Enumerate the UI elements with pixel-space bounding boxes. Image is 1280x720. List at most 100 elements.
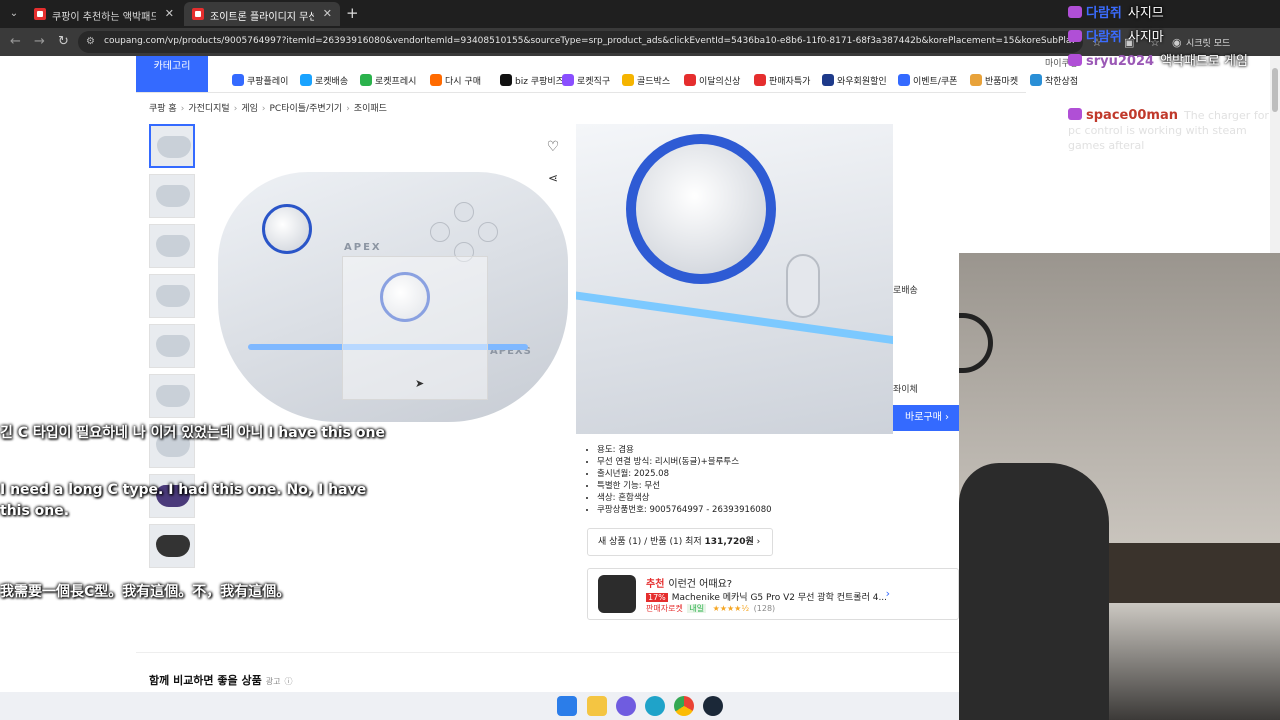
chat-text: 사지마 <box>1127 30 1164 45</box>
buy-now-button[interactable]: 바로구매 › <box>893 405 959 431</box>
nav-link-label: 다시 구매 <box>445 77 481 87</box>
nav-link[interactable]: 다시 구매 <box>430 74 481 87</box>
spec-item: 무선 연결 방식: 리시버(동글)+블루투스 <box>597 456 772 468</box>
brand-logo: APEX <box>344 242 382 253</box>
category-button[interactable]: 카테고리 <box>136 56 208 92</box>
nav-link[interactable]: 반품마켓 <box>970 74 1018 87</box>
nav-link[interactable]: 판매자특가 <box>754 74 810 87</box>
zoomed-light-strip <box>576 288 893 348</box>
breadcrumb-item[interactable]: 가전디지털 <box>188 104 229 114</box>
nav-link-icon <box>822 74 834 86</box>
share-icon[interactable]: ⋖ <box>544 171 562 189</box>
nav-link[interactable]: 이달의신상 <box>684 74 740 87</box>
nav-link-icon <box>684 74 696 86</box>
chat-text: 액박패드로 게임 <box>1160 54 1248 69</box>
nav-link[interactable]: 로켓배송 <box>300 74 348 87</box>
recommend-card[interactable]: 추천 이런건 어때요? 17% Machenike 메카닉 G5 Pro V2 무선… <box>587 568 959 620</box>
ad-label: 광고 <box>265 677 281 686</box>
payment-fragment: 좌이체 <box>893 385 918 395</box>
product-thumbnail[interactable] <box>149 274 195 318</box>
new-tab-icon[interactable]: + <box>346 4 359 22</box>
site-info-icon[interactable]: ⚙ <box>86 36 98 48</box>
discount-badge: 17% <box>646 593 668 602</box>
spec-list: 용도: 겸용무선 연결 방식: 리시버(동글)+블루투스출시년월: 2025.0… <box>587 444 772 516</box>
file-explorer-icon[interactable] <box>587 696 607 716</box>
compare-section-title: 함께 비교하면 좋을 상품 광고 ⓘ <box>149 672 292 688</box>
browser-tab-2[interactable]: 조이트론 플라이디지 무선 PC ✕ <box>184 2 340 26</box>
recommend-question: 이런건 어때요? <box>668 579 733 590</box>
thumbnail-image <box>156 235 190 257</box>
edge-icon[interactable] <box>645 696 665 716</box>
face-button <box>430 222 450 242</box>
product-thumbnail[interactable] <box>149 224 195 268</box>
section-divider <box>136 652 1026 653</box>
chevron-right-icon[interactable]: › <box>886 587 890 600</box>
product-thumbnail[interactable] <box>149 124 195 168</box>
subtitle-chinese: 我需要一個長C型。我有這個。不，我有這個。 <box>0 584 291 600</box>
breadcrumb-item[interactable]: 게임 <box>241 104 258 114</box>
heart-icon[interactable]: ♡ <box>544 139 562 157</box>
back-icon[interactable]: ← <box>10 34 21 49</box>
chat-message: 다람쥐 사지마 <box>1068 26 1164 45</box>
zoomed-stick <box>626 134 776 284</box>
chat-text: 사지므 <box>1127 6 1164 21</box>
nav-link-label: 쿠팡플레이 <box>247 77 289 87</box>
close-tab-icon[interactable]: ✕ <box>323 7 332 20</box>
breadcrumb-item[interactable]: 조이패드 <box>354 104 387 114</box>
nav-link-label: 와우회원할인 <box>837 77 887 87</box>
chrome-icon[interactable] <box>674 696 694 716</box>
nav-link-label: biz 쿠팡비즈 <box>515 77 564 87</box>
recommend-title-line: 17% Machenike 메카닉 G5 Pro V2 무선 광학 컨트롤러 4.… <box>646 590 887 603</box>
nav-link[interactable]: 로켓직구 <box>562 74 610 87</box>
subtitle-english: I need a long C type. I had this one. No… <box>0 482 367 519</box>
chat-badge-icon <box>1068 108 1082 120</box>
reload-icon[interactable]: ↻ <box>58 34 69 49</box>
breadcrumb-separator-icon: › <box>180 104 185 114</box>
other-sellers-button[interactable]: 새 상품 (1) / 반품 (1) 최저 131,720원 › <box>587 528 773 556</box>
chat-username: sryu2024 <box>1086 54 1155 69</box>
buy-now-label: 바로구매 <box>905 412 942 423</box>
nav-link-label: 판매자특가 <box>769 77 811 87</box>
breadcrumb-separator-icon: › <box>261 104 266 114</box>
nav-link[interactable]: 이벤트/쿠폰 <box>898 74 957 87</box>
spec-item: 특별한 기능: 무선 <box>597 480 772 492</box>
thumbnail-image <box>156 335 190 357</box>
breadcrumb-item[interactable]: PC타이틀/주변기기 <box>270 104 343 114</box>
nav-link[interactable]: biz 쿠팡비즈 <box>500 74 564 87</box>
product-thumbnail[interactable] <box>149 524 195 568</box>
spec-item: 쿠팡상품번호: 9005764997 - 26393916080 <box>597 504 772 516</box>
nav-link[interactable]: 쿠팡플레이 <box>232 74 288 87</box>
product-thumbnail[interactable] <box>149 374 195 418</box>
address-bar[interactable]: ⚙ coupang.com/vp/products/9005764997?ite… <box>78 31 1083 53</box>
tab-title: 쿠팡이 추천하는 액박패드 관련 <box>52 12 156 23</box>
rating-stars: ★★★★½ <box>712 604 750 613</box>
spec-item: 출시년월: 2025.08 <box>597 468 772 480</box>
browser-tab-1[interactable]: 쿠팡이 추천하는 액박패드 관련 ✕ <box>26 2 182 26</box>
windows-start-icon[interactable] <box>557 696 577 716</box>
top-nav-links: 쿠팡플레이 로켓배송 로켓프레시 다시 구매 biz 쿠팡비즈 로켓직구 골드박스 이달의신상… <box>218 74 1118 90</box>
product-thumbnail[interactable] <box>149 324 195 368</box>
breadcrumb: 쿠팡 홈 › 가전디지털 › 게임 › PC타이틀/주변기기 › 조이패드 <box>149 101 391 114</box>
nav-divider <box>136 92 1026 93</box>
close-tab-icon[interactable]: ✕ <box>165 7 174 20</box>
forward-icon[interactable]: → <box>34 34 45 49</box>
spec-item: 용도: 겸용 <box>597 444 772 456</box>
nav-link[interactable]: 와우회원할인 <box>822 74 887 87</box>
recommend-product-name: Machenike 메카닉 G5 Pro V2 무선 광학 컨트롤러 4... <box>671 593 888 603</box>
nav-link-label: 반품마켓 <box>985 77 1019 87</box>
breadcrumb-item[interactable]: 쿠팡 홈 <box>149 104 177 114</box>
chat-username: 다람쥐 <box>1086 30 1122 45</box>
chat-badge-icon <box>1068 6 1082 18</box>
other-sellers-label: 새 상품 (1) / 반품 (1) 최저 <box>598 537 702 547</box>
steam-icon[interactable] <box>703 696 723 716</box>
product-thumbnail[interactable] <box>149 174 195 218</box>
nav-link-icon <box>300 74 312 86</box>
left-stick <box>262 204 312 254</box>
nav-link[interactable]: 골드박스 <box>622 74 670 87</box>
discord-icon[interactable] <box>616 696 636 716</box>
url-text: coupang.com/vp/products/9005764997?itemI… <box>104 36 1074 46</box>
chat-badge-icon <box>1068 30 1082 42</box>
info-icon[interactable]: ⓘ <box>284 677 292 686</box>
tab-search-icon[interactable]: ⌄ <box>6 6 22 22</box>
nav-link[interactable]: 로켓프레시 <box>360 74 416 87</box>
